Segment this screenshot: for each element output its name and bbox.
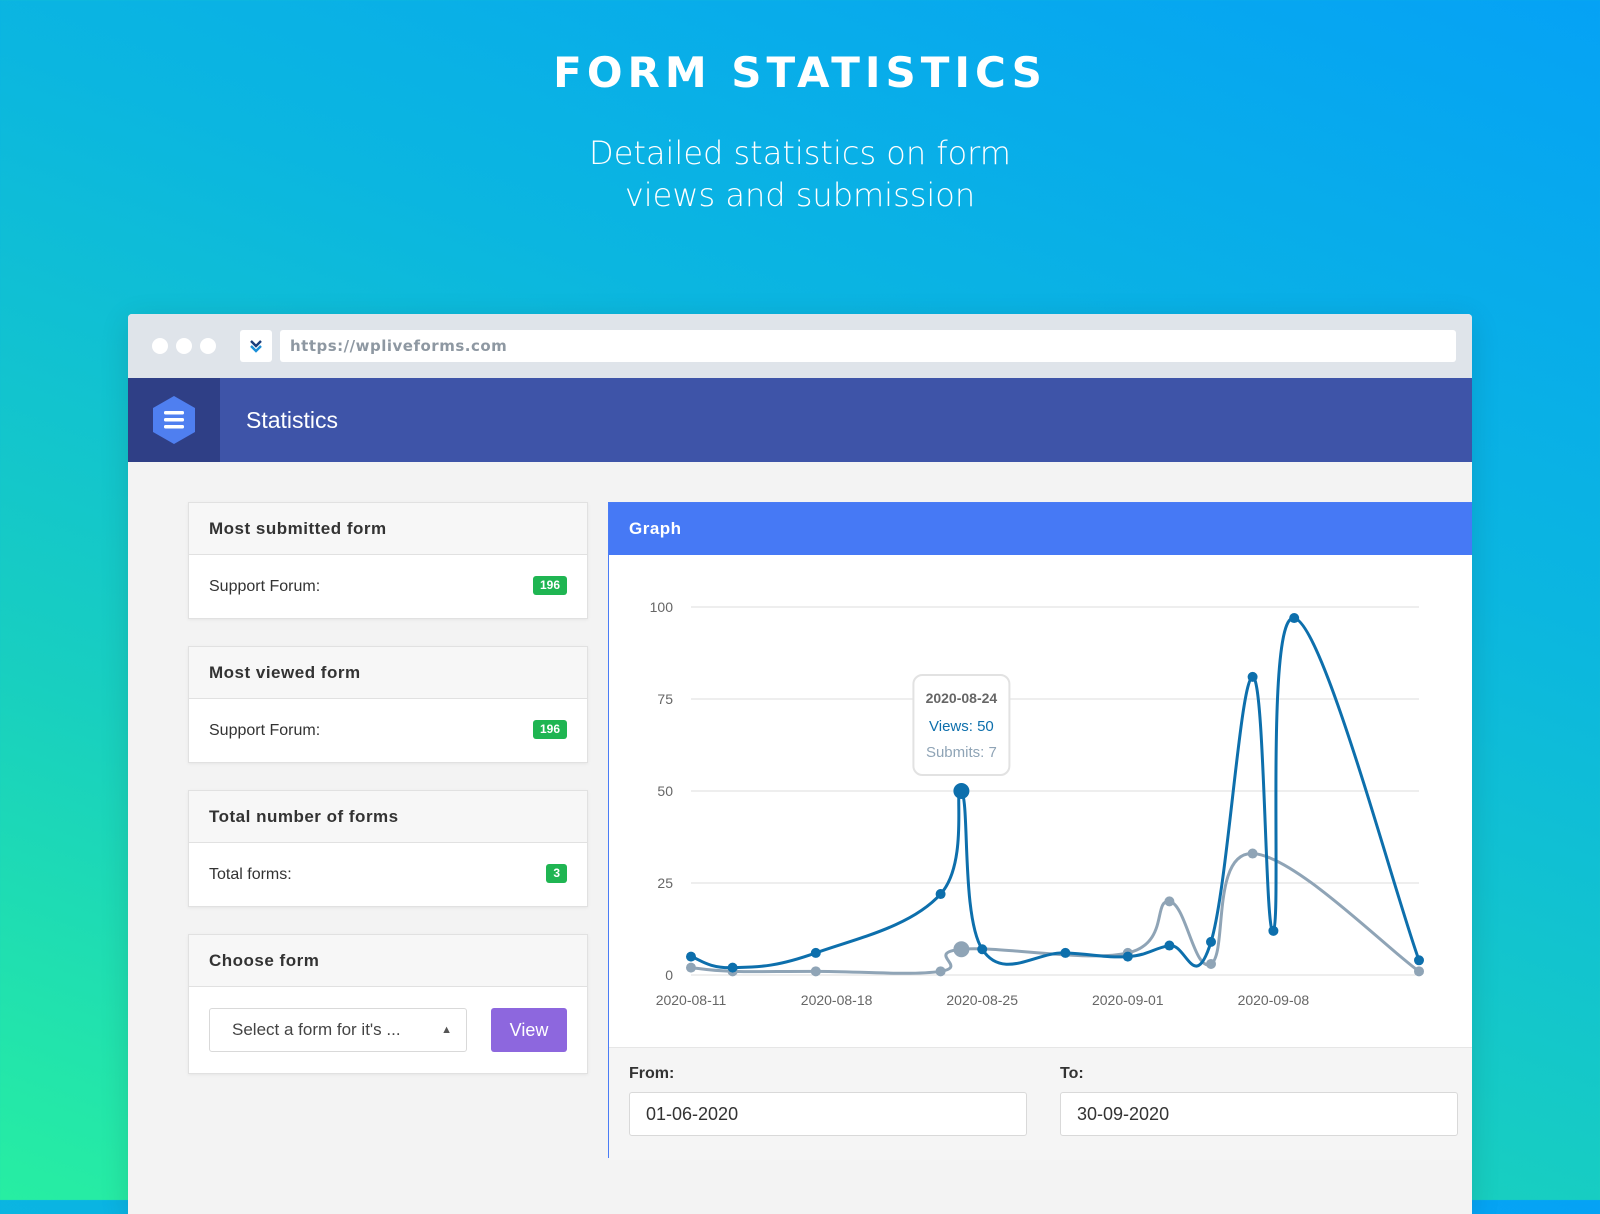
data-point-views[interactable] [1122, 951, 1133, 962]
data-point-views[interactable] [1247, 671, 1258, 682]
form-select-value: Select a form for it's ... [232, 1020, 401, 1039]
y-tick-label: 25 [657, 875, 673, 891]
card-row: Total forms: 3 [189, 843, 587, 906]
data-point-views[interactable] [727, 962, 738, 973]
from-label: From: [629, 1065, 675, 1082]
x-tick-label: 2020-09-08 [1238, 992, 1310, 1008]
card-label: Support Forum: [209, 722, 321, 739]
x-tick-label: 2020-08-18 [801, 992, 873, 1008]
card-label: Support Forum: [209, 578, 321, 595]
address-bar[interactable]: https://wpliveforms.com [280, 330, 1456, 362]
data-point-submits[interactable] [953, 941, 970, 958]
tooltip-submits: Submits: 7 [926, 744, 997, 761]
card-title: Most viewed form [189, 647, 587, 699]
card-row: Support Forum: 196 [189, 699, 587, 762]
select-arrows-icon: ▲ [441, 1024, 452, 1036]
data-point-views[interactable] [1414, 955, 1424, 966]
app-header: Statistics [128, 378, 1472, 462]
chart-tooltip: 2020-08-24 Views: 50 Submits: 7 [912, 674, 1011, 776]
y-tick-label: 0 [665, 967, 673, 983]
data-point-views[interactable] [1289, 613, 1300, 624]
data-point-submits[interactable] [1164, 896, 1175, 907]
count-badge: 3 [546, 864, 567, 883]
data-point-views[interactable] [1060, 947, 1071, 958]
data-point-views[interactable] [1164, 940, 1175, 951]
stats-chart[interactable]: 0 25 50 75 100 2020-08-11 2020-08-18 2020-08-2… [609, 555, 1472, 1045]
window-dot-icon[interactable] [176, 338, 192, 354]
view-button[interactable]: View [491, 1008, 567, 1052]
data-point-views[interactable] [1206, 936, 1216, 947]
data-point-submits[interactable] [1206, 958, 1216, 969]
hero-title: form statistics [553, 48, 1047, 97]
y-tick-label: 50 [657, 783, 673, 799]
card-title: Most submitted form [189, 503, 587, 555]
most-viewed-card: Most viewed form Support Forum: 196 [188, 646, 588, 763]
date-range-panel: From: 01-06-2020 To: 30-09-2020 [609, 1047, 1472, 1160]
card-title: Total number of forms [189, 791, 587, 843]
count-badge: 196 [532, 576, 567, 595]
total-forms-card: Total number of forms Total forms: 3 [188, 790, 588, 907]
count-badge: 196 [532, 720, 567, 739]
to-date-input[interactable]: 30-09-2020 [1060, 1092, 1458, 1136]
tooltip-date: 2020-08-24 [926, 690, 998, 706]
form-select[interactable]: Select a form for it's ... ▲ [209, 1008, 467, 1052]
window-dot-icon[interactable] [152, 338, 168, 354]
series-line-submits [690, 852, 1420, 975]
from-date-input[interactable]: 01-06-2020 [629, 1092, 1027, 1136]
x-tick-label: 2020-08-25 [946, 992, 1018, 1008]
tooltip-views: Views: 50 [929, 718, 994, 735]
data-point-views[interactable] [686, 951, 696, 962]
hero-subtitle: Detailed statistics on form views and su… [589, 134, 1011, 214]
data-point-submits[interactable] [935, 966, 946, 977]
series-line-views [690, 616, 1421, 970]
data-point-submits[interactable] [810, 966, 821, 977]
choose-form-body: Select a form for it's ... ▲ View [189, 987, 587, 1073]
data-point-views[interactable] [953, 783, 970, 799]
data-point-views[interactable] [810, 947, 821, 958]
x-tick-label: 2020-09-01 [1092, 992, 1164, 1008]
data-point-views[interactable] [935, 889, 946, 900]
window-dot-icon[interactable] [200, 338, 216, 354]
data-point-views[interactable] [977, 944, 988, 955]
most-submitted-card: Most submitted form Support Forum: 196 [188, 502, 588, 619]
to-label: To: [1060, 1065, 1084, 1082]
page-title: Statistics [246, 407, 339, 433]
card-label: Total forms: [209, 866, 292, 883]
y-tick-label: 75 [657, 691, 673, 707]
data-point-submits[interactable] [1247, 848, 1258, 859]
data-point-submits[interactable] [1414, 966, 1424, 977]
graph-panel: Graph 0 25 50 75 100 2020-08-11 2020-08-18 202… [608, 502, 1472, 1160]
data-point-submits[interactable] [686, 962, 696, 973]
site-favicon-icon [240, 330, 272, 362]
graph-title: Graph [609, 503, 1472, 555]
browser-toolbar: https://wpliveforms.com [128, 314, 1472, 378]
card-row: Support Forum: 196 [189, 555, 587, 618]
x-tick-label: 2020-08-11 [656, 992, 727, 1008]
data-point-views[interactable] [1268, 925, 1279, 936]
y-tick-label: 100 [650, 599, 674, 615]
menu-button[interactable] [128, 378, 220, 462]
choose-form-card: Choose form Select a form for it's ... ▲… [188, 934, 588, 1074]
hamburger-menu-icon [153, 396, 195, 444]
card-title: Choose form [189, 935, 587, 987]
browser-window: https://wpliveforms.com Statistics Most … [128, 314, 1472, 1214]
